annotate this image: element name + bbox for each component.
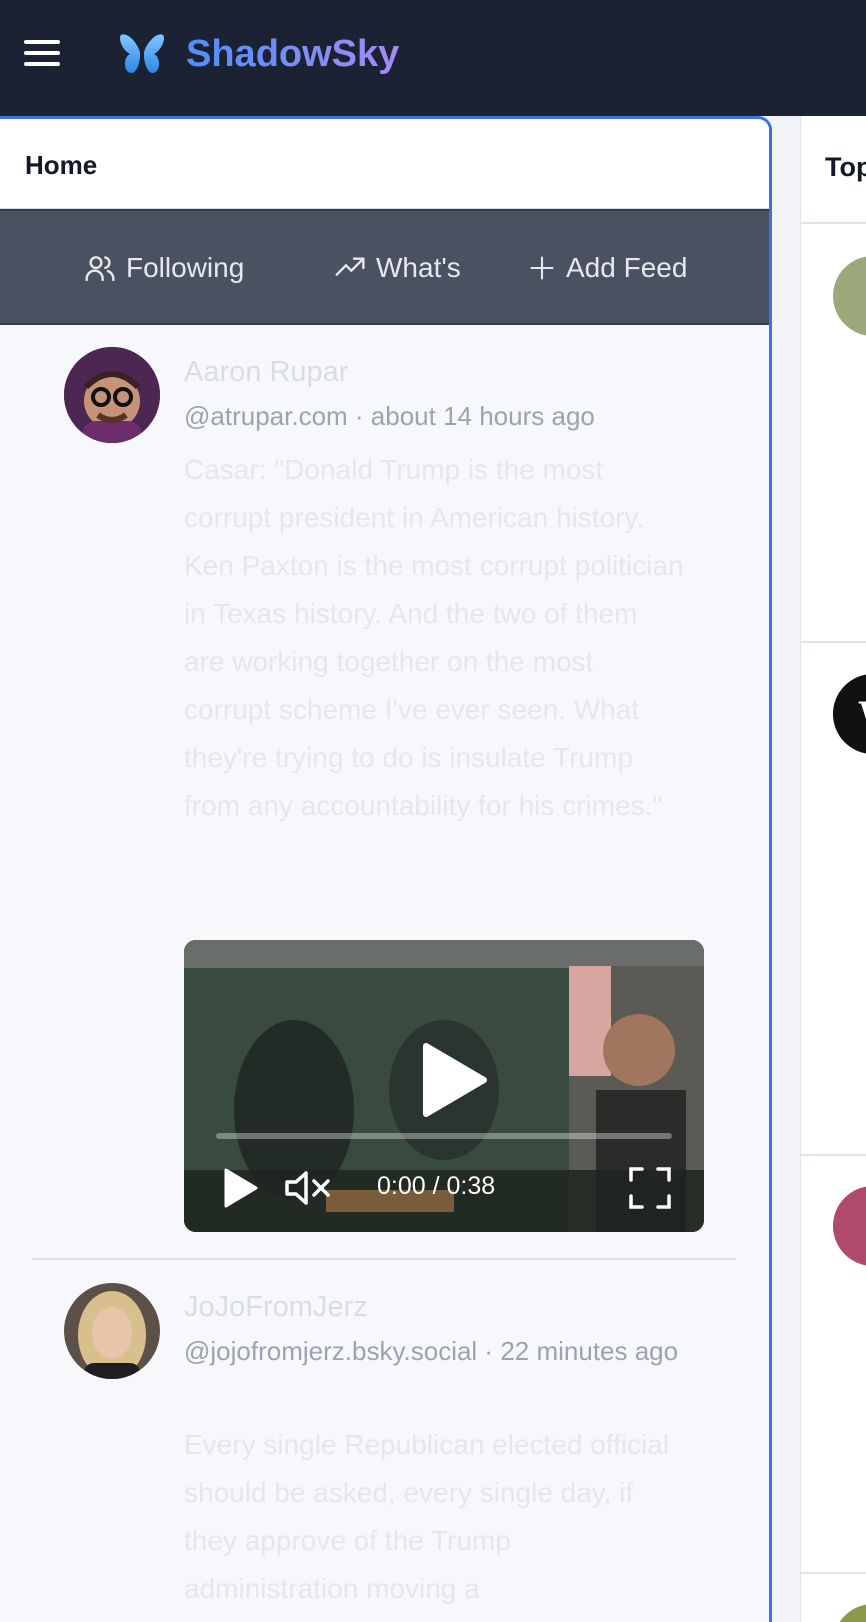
right-divider bbox=[801, 222, 866, 224]
avatar[interactable] bbox=[833, 256, 866, 336]
avatar[interactable] bbox=[64, 1283, 160, 1379]
avatar-image bbox=[64, 1283, 160, 1379]
post-author[interactable]: JoJoFromJerz bbox=[184, 1291, 368, 1324]
right-divider bbox=[801, 1154, 866, 1156]
svg-text:W: W bbox=[858, 695, 866, 735]
avatar[interactable] bbox=[833, 1186, 866, 1266]
post-text: Every single Republican elected official… bbox=[184, 1429, 670, 1604]
right-divider bbox=[801, 641, 866, 643]
feed-post[interactable]: JoJoFromJerz @jojofromjerz.bsky.social ·… bbox=[0, 0, 769, 1622]
avatar[interactable]: W bbox=[833, 674, 866, 754]
right-panel-title: Top bbox=[825, 152, 866, 182]
avatar[interactable] bbox=[833, 1604, 866, 1622]
right-divider bbox=[801, 1572, 866, 1574]
newspaper-logo-icon: W bbox=[833, 674, 866, 754]
post-handle-time: @jojofromjerz.bsky.social · 22 minutes a… bbox=[184, 1336, 679, 1366]
right-panel: Top W bbox=[800, 116, 866, 1622]
